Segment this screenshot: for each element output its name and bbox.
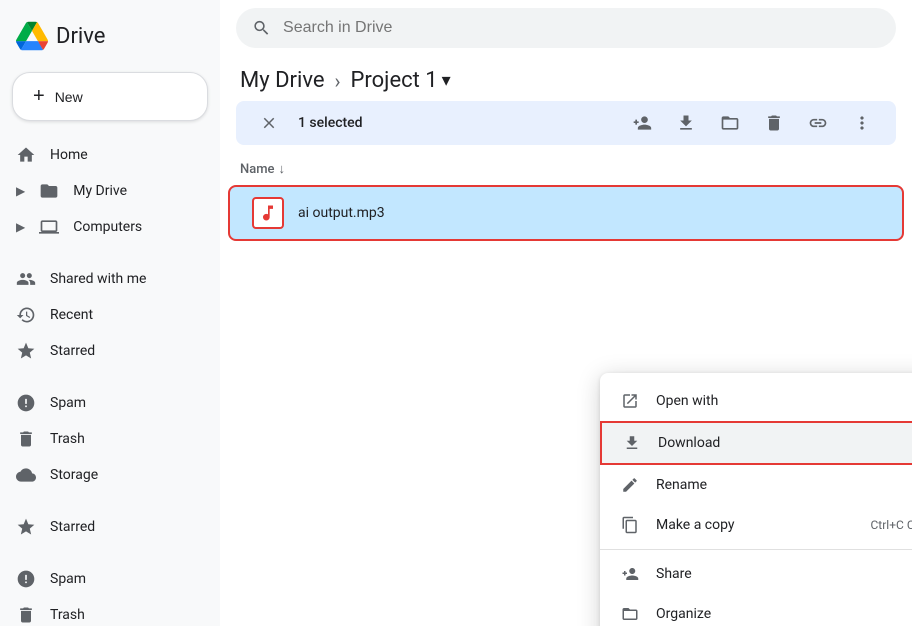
menu-shortcut: Ctrl+C Ctrl+V bbox=[871, 518, 912, 532]
person-icon bbox=[16, 269, 36, 289]
sidebar-item-shared[interactable]: Shared with me bbox=[0, 261, 208, 297]
menu-item-label: Make a copy bbox=[656, 517, 855, 533]
download-icon bbox=[622, 433, 642, 453]
add-person-button[interactable] bbox=[628, 109, 656, 137]
file-row[interactable]: ai output.mp3 bbox=[228, 185, 904, 241]
drive-logo-icon bbox=[16, 20, 48, 52]
trash-icon-2 bbox=[16, 605, 36, 625]
trash-icon bbox=[16, 429, 36, 449]
menu-item-download[interactable]: Download bbox=[600, 421, 912, 465]
sidebar-item-label: Computers bbox=[73, 219, 142, 235]
menu-item-share[interactable]: Share ▶ bbox=[600, 554, 912, 594]
sidebar-item-recent[interactable]: Recent bbox=[0, 297, 208, 333]
sidebar-item-my-drive[interactable]: ▶ My Drive bbox=[0, 173, 208, 209]
search-input[interactable] bbox=[283, 19, 880, 37]
column-name-sort[interactable]: Name ↓ bbox=[240, 161, 285, 177]
chevron-right-icon: ▶ bbox=[16, 220, 25, 234]
report-icon bbox=[16, 393, 36, 413]
menu-item-rename[interactable]: Rename bbox=[600, 465, 912, 505]
sidebar: Drive + New Home ▶ My Drive ▶ Computers … bbox=[0, 0, 220, 626]
sidebar-item-label: Trash bbox=[50, 431, 85, 447]
sidebar-item-spam[interactable]: Spam bbox=[0, 385, 208, 421]
menu-item-label: Organize bbox=[656, 606, 912, 622]
copy-icon bbox=[620, 515, 640, 535]
selection-toolbar: 1 selected bbox=[236, 101, 896, 145]
chevron-right-icon: ▶ bbox=[16, 184, 25, 198]
star-icon bbox=[16, 341, 36, 361]
organize-icon bbox=[620, 604, 640, 624]
sidebar-item-starred2[interactable]: Starred bbox=[0, 509, 208, 545]
menu-divider-1 bbox=[600, 549, 912, 550]
link-button[interactable] bbox=[804, 109, 832, 137]
breadcrumb-separator: › bbox=[335, 69, 341, 93]
search-icon bbox=[252, 18, 271, 38]
mp3-icon bbox=[252, 197, 284, 229]
sort-icon: ↓ bbox=[279, 161, 286, 177]
menu-item-organize[interactable]: Organize ▶ bbox=[600, 594, 912, 626]
app-title: Drive bbox=[56, 24, 105, 49]
sidebar-item-spam2[interactable]: Spam bbox=[0, 561, 208, 597]
share-icon bbox=[620, 564, 640, 584]
menu-item-label: Rename bbox=[656, 477, 912, 493]
delete-button[interactable] bbox=[760, 109, 788, 137]
sidebar-item-computers[interactable]: ▶ Computers bbox=[0, 209, 208, 245]
sidebar-item-label: Recent bbox=[50, 307, 93, 323]
topbar bbox=[220, 0, 912, 56]
new-button-label: New bbox=[55, 89, 83, 105]
menu-item-label: Download bbox=[658, 435, 912, 451]
star-icon-2 bbox=[16, 517, 36, 537]
breadcrumb-current-label: Project 1 bbox=[351, 68, 438, 93]
menu-item-open-with[interactable]: Open with ▶ bbox=[600, 381, 912, 421]
sidebar-item-label: Spam bbox=[50, 395, 86, 411]
sidebar-item-trash2[interactable]: Trash bbox=[0, 597, 208, 626]
logo-area: Drive bbox=[0, 8, 220, 68]
sidebar-item-trash[interactable]: Trash bbox=[0, 421, 208, 457]
open-with-icon bbox=[620, 391, 640, 411]
sidebar-item-home[interactable]: Home bbox=[0, 137, 208, 173]
menu-item-label: Share bbox=[656, 566, 912, 582]
computer-icon bbox=[39, 217, 59, 237]
breadcrumb-parent[interactable]: My Drive bbox=[240, 68, 325, 93]
folder-icon bbox=[39, 181, 59, 201]
more-button[interactable] bbox=[848, 109, 876, 137]
context-menu: Open with ▶ Download Rename bbox=[600, 373, 912, 626]
sidebar-item-label: Shared with me bbox=[50, 271, 146, 287]
sidebar-item-label: Spam bbox=[50, 571, 86, 587]
file-icon bbox=[250, 195, 286, 231]
menu-item-label: Open with bbox=[656, 393, 912, 409]
file-name: ai output.mp3 bbox=[298, 205, 385, 221]
download-toolbar-button[interactable] bbox=[672, 109, 700, 137]
sidebar-item-label: Storage bbox=[50, 467, 98, 483]
selection-count: 1 selected bbox=[298, 115, 363, 131]
sidebar-item-label: My Drive bbox=[73, 183, 127, 199]
sidebar-item-label: Starred bbox=[50, 343, 95, 359]
home-icon bbox=[16, 145, 36, 165]
breadcrumb-current[interactable]: Project 1 ▾ bbox=[351, 68, 451, 93]
column-name-label: Name bbox=[240, 162, 275, 177]
deselect-button[interactable] bbox=[256, 110, 282, 136]
sidebar-item-label: Home bbox=[50, 147, 88, 163]
clock-icon bbox=[16, 305, 36, 325]
spam-icon-2 bbox=[16, 569, 36, 589]
rename-icon bbox=[620, 475, 640, 495]
menu-item-copy[interactable]: Make a copy Ctrl+C Ctrl+V bbox=[600, 505, 912, 545]
sidebar-item-storage[interactable]: Storage bbox=[0, 457, 208, 493]
move-folder-button[interactable] bbox=[716, 109, 744, 137]
sidebar-item-label: Trash bbox=[50, 607, 85, 623]
selection-actions bbox=[628, 109, 876, 137]
breadcrumb: My Drive › Project 1 ▾ bbox=[220, 56, 912, 101]
chevron-down-icon: ▾ bbox=[442, 70, 451, 91]
sidebar-item-starred[interactable]: Starred bbox=[0, 333, 208, 369]
plus-icon: + bbox=[33, 85, 45, 108]
main-content: My Drive › Project 1 ▾ 1 selected bbox=[220, 0, 912, 626]
file-list-header: Name ↓ bbox=[220, 153, 912, 185]
cloud-icon bbox=[16, 465, 36, 485]
search-bar[interactable] bbox=[236, 8, 896, 48]
new-button[interactable]: + New bbox=[12, 72, 208, 121]
sidebar-item-label: Starred bbox=[50, 519, 95, 535]
